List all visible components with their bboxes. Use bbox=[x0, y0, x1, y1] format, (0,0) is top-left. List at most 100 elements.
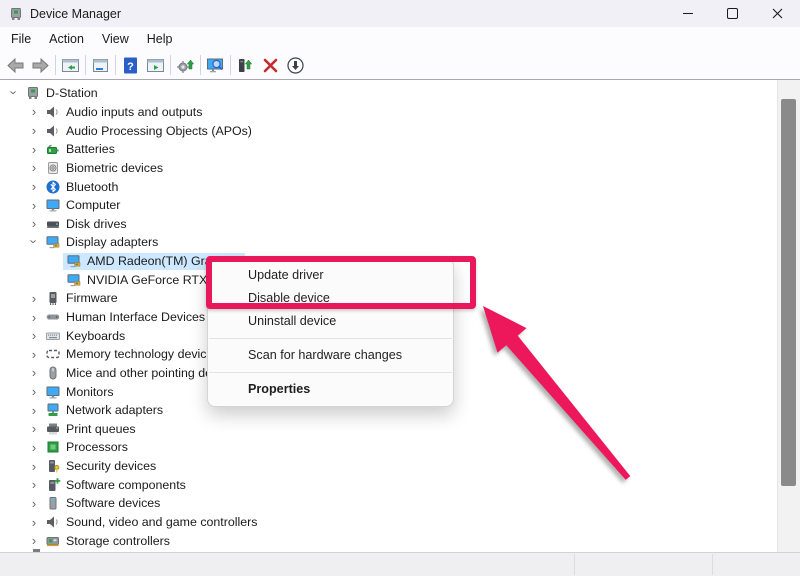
tree-item-label: Monitors bbox=[66, 385, 114, 399]
svg-text:?: ? bbox=[127, 61, 134, 73]
show-console-tree-button[interactable] bbox=[58, 53, 83, 77]
scan-hardware-changes-button[interactable] bbox=[203, 53, 228, 77]
chevron-collapsed-icon[interactable]: › bbox=[26, 199, 42, 212]
tree-item-label: D-Station bbox=[46, 86, 98, 100]
tree-item-security-devices[interactable]: ›Security devices bbox=[0, 457, 778, 476]
chevron-collapsed-icon[interactable]: › bbox=[26, 422, 42, 435]
scan-hardware-changes-icon bbox=[205, 55, 226, 76]
chevron-collapsed-icon[interactable]: › bbox=[26, 404, 42, 417]
close-button[interactable] bbox=[755, 0, 800, 27]
tree-item-computer[interactable]: › Computer bbox=[0, 196, 778, 215]
chevron-expanded-icon[interactable]: › bbox=[28, 233, 41, 249]
tree-item-d-station[interactable]: › D-Station bbox=[0, 84, 778, 103]
toolbar-separator bbox=[55, 55, 56, 75]
tree-item-bluetooth[interactable]: ›Bluetooth bbox=[0, 177, 778, 196]
menu-file[interactable]: File bbox=[2, 29, 40, 49]
chevron-collapsed-icon[interactable]: › bbox=[26, 105, 42, 118]
update-driver-device-icon bbox=[235, 55, 256, 76]
chevron-collapsed-icon[interactable]: › bbox=[26, 366, 42, 379]
tree-item-software-devices[interactable]: ›Software devices bbox=[0, 494, 778, 513]
update-driver-button[interactable] bbox=[173, 53, 198, 77]
chevron-collapsed-icon[interactable]: › bbox=[26, 329, 42, 342]
network-icon bbox=[45, 402, 61, 418]
chevron-collapsed-icon[interactable]: › bbox=[26, 460, 42, 473]
menu-bar: File Action View Help bbox=[0, 27, 800, 51]
chevron-collapsed-icon[interactable]: › bbox=[26, 385, 42, 398]
scrollbar-thumb[interactable] bbox=[781, 99, 796, 486]
tree-item-sound-video-and-game-controllers[interactable]: ›Sound, video and game controllers bbox=[0, 513, 778, 532]
fingerprint-icon bbox=[45, 160, 61, 176]
tree-item-label: Keyboards bbox=[66, 329, 125, 343]
chevron-collapsed-icon[interactable]: › bbox=[26, 217, 42, 230]
disable-device-button[interactable] bbox=[283, 53, 308, 77]
tree-item-audio-inputs-and-outputs[interactable]: › Audio inputs and outputs bbox=[0, 103, 778, 122]
tree-item-disk-drives[interactable]: › Disk drives bbox=[0, 214, 778, 233]
tree-item-label: NVIDIA GeForce RTX 30 bbox=[87, 273, 225, 287]
maximize-button[interactable] bbox=[710, 0, 755, 27]
chevron-collapsed-icon[interactable]: › bbox=[26, 478, 42, 491]
chevron-collapsed-icon[interactable]: › bbox=[26, 143, 42, 156]
chevron-collapsed-icon[interactable]: › bbox=[26, 497, 42, 510]
tree-item-label: Network adapters bbox=[66, 403, 163, 417]
tree-item-biometric-devices[interactable]: ›Biometric devices bbox=[0, 159, 778, 178]
chevron-collapsed-icon[interactable]: › bbox=[26, 534, 42, 547]
chevron-collapsed-icon[interactable]: › bbox=[26, 516, 42, 529]
show-action-pane-button[interactable] bbox=[143, 53, 168, 77]
tree-item-print-queues[interactable]: ›Print queues bbox=[0, 420, 778, 439]
minimize-button[interactable] bbox=[665, 0, 710, 27]
title-bar: Device Manager bbox=[0, 0, 800, 27]
context-menu-item-uninstall-device[interactable]: Uninstall device bbox=[208, 310, 453, 333]
tree-item-label: Batteries bbox=[66, 142, 115, 156]
back-button[interactable] bbox=[3, 53, 28, 77]
tree-item-storage-controllers[interactable]: › Storage controllers bbox=[0, 531, 778, 550]
vertical-scrollbar[interactable] bbox=[777, 80, 800, 553]
tree-item-audio-processing-objects-apos[interactable]: › Audio Processing Objects (APOs) bbox=[0, 121, 778, 140]
tree-item-label: Processors bbox=[66, 440, 128, 454]
chevron-expanded-icon[interactable]: › bbox=[8, 84, 21, 100]
context-menu-item-scan-for-hardware-changes[interactable]: Scan for hardware changes bbox=[208, 344, 453, 367]
chevron-collapsed-icon[interactable]: › bbox=[26, 348, 42, 361]
help-button[interactable]: ? bbox=[118, 53, 143, 77]
hid-icon bbox=[45, 309, 61, 325]
tree-item-label: Audio Processing Objects (APOs) bbox=[66, 124, 252, 138]
chevron-collapsed-icon[interactable]: › bbox=[26, 124, 42, 137]
chevron-collapsed-icon[interactable]: › bbox=[26, 441, 42, 454]
update-driver-icon bbox=[175, 55, 196, 76]
tree-item-label: Disk drives bbox=[66, 217, 127, 231]
menu-action[interactable]: Action bbox=[40, 29, 93, 49]
printer-icon bbox=[45, 421, 61, 437]
chevron-collapsed-icon[interactable]: › bbox=[26, 180, 42, 193]
show-console-tree-icon bbox=[60, 55, 81, 76]
context-menu-item-properties[interactable]: Properties bbox=[208, 378, 453, 401]
chevron-collapsed-icon[interactable]: › bbox=[26, 292, 42, 305]
menu-view[interactable]: View bbox=[93, 29, 138, 49]
status-bar-divider bbox=[574, 554, 575, 575]
tree-item-label: Human Interface Devices bbox=[66, 310, 205, 324]
properties-button[interactable] bbox=[88, 53, 113, 77]
menu-help[interactable]: Help bbox=[138, 29, 182, 49]
tree-item-batteries[interactable]: › Batteries bbox=[0, 140, 778, 159]
tree-item-display-adapters[interactable]: › Display adapters bbox=[0, 233, 778, 252]
tree-item-label: Memory technology devices bbox=[66, 347, 220, 361]
tree-item-label: Display adapters bbox=[66, 235, 158, 249]
forward-button[interactable] bbox=[28, 53, 53, 77]
tree-item-label: Audio inputs and outputs bbox=[66, 105, 202, 119]
window-title: Device Manager bbox=[30, 7, 121, 21]
minimize-icon bbox=[683, 13, 693, 14]
mouse-icon bbox=[45, 365, 61, 381]
uninstall-device-button[interactable] bbox=[258, 53, 283, 77]
update-driver-device-button[interactable] bbox=[233, 53, 258, 77]
toolbar: ? bbox=[0, 51, 800, 80]
chevron-collapsed-icon[interactable]: › bbox=[26, 161, 42, 174]
tree-item-software-components[interactable]: ›Software components bbox=[0, 475, 778, 494]
chevron-collapsed-icon[interactable]: › bbox=[26, 311, 42, 324]
tree-item-label: Storage controllers bbox=[66, 534, 170, 548]
display-icon bbox=[45, 234, 61, 250]
status-bar-divider bbox=[712, 554, 713, 575]
tree-item-processors[interactable]: › Processors bbox=[0, 438, 778, 457]
show-action-pane-icon bbox=[145, 55, 166, 76]
toolbar-separator bbox=[85, 55, 86, 75]
tree-item-label: Computer bbox=[66, 198, 120, 212]
toolbar-separator bbox=[230, 55, 231, 75]
maximize-icon bbox=[727, 8, 738, 19]
